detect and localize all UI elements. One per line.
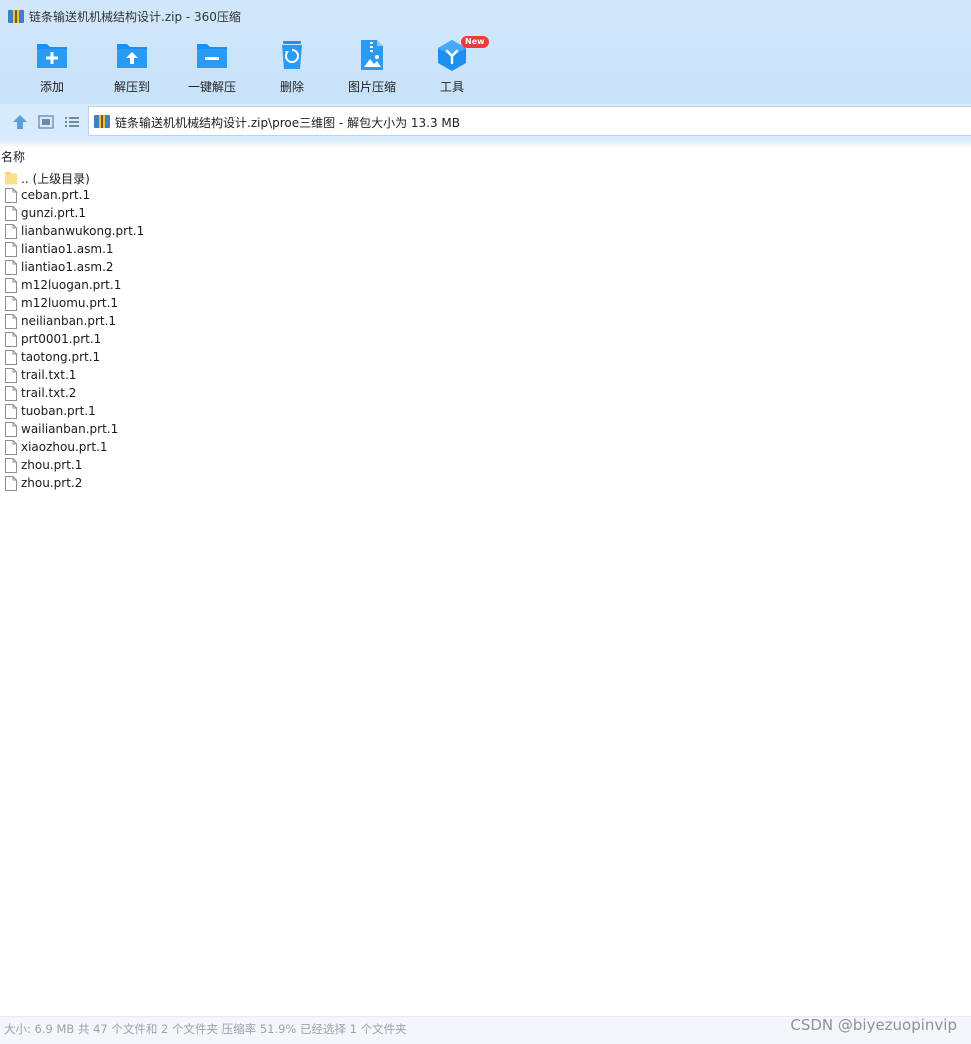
file-name: zhou.prt.2 <box>21 476 83 490</box>
file-row[interactable]: zhou.prt.2 <box>0 475 300 493</box>
file-icon <box>5 440 17 455</box>
file-icon <box>5 188 17 203</box>
address-bar[interactable]: 链条输送机机械结构设计.zip\proe三维图 - 解包大小为 13.3 MB <box>88 106 971 136</box>
file-name: ceban.prt.1 <box>21 188 91 202</box>
file-name: trail.txt.2 <box>21 386 77 400</box>
header-divider <box>0 140 971 148</box>
file-icon <box>5 332 17 347</box>
window-title: 链条输送机机械结构设计.zip - 360压缩 <box>29 10 241 24</box>
file-row[interactable]: liantiao1.asm.1 <box>0 241 300 259</box>
file-row[interactable]: taotong.prt.1 <box>0 349 300 367</box>
file-icon <box>5 224 17 239</box>
tools-button[interactable]: New 工具 <box>417 36 489 99</box>
toolbar: 添加 解压到 一键解压 删除 图片压缩 New 工具 <box>0 32 971 104</box>
file-name: liantiao1.asm.2 <box>21 260 114 274</box>
file-name: liantiao1.asm.1 <box>21 242 114 256</box>
file-row[interactable]: trail.txt.2 <box>0 385 300 403</box>
file-name: trail.txt.1 <box>21 368 77 382</box>
file-row[interactable]: lianbanwukong.prt.1 <box>0 223 300 241</box>
file-name: wailianban.prt.1 <box>21 422 119 436</box>
file-name: zhou.prt.1 <box>21 458 83 472</box>
app-window: 链条输送机机械结构设计.zip - 360压缩 添加 解压到 一键解压 删除 图… <box>0 0 971 1044</box>
file-row[interactable]: tuoban.prt.1 <box>0 403 300 421</box>
delete-button[interactable]: 删除 <box>257 37 327 99</box>
one-click-extract-label: 一键解压 <box>187 80 236 94</box>
file-row[interactable]: m12luogan.prt.1 <box>0 277 300 295</box>
zip-archive-icon <box>8 10 24 23</box>
extract-to-button[interactable]: 解压到 <box>97 37 167 99</box>
file-icon <box>5 296 17 311</box>
image-compress-button[interactable]: 图片压缩 <box>337 37 407 99</box>
file-row[interactable]: wailianban.prt.1 <box>0 421 300 439</box>
file-icon <box>5 260 17 275</box>
extract-to-label: 解压到 <box>113 80 150 94</box>
file-icon <box>5 476 17 491</box>
tools-label: 工具 <box>439 80 464 94</box>
recycle-bin-icon <box>282 41 302 69</box>
file-icon <box>5 368 17 383</box>
file-row[interactable]: gunzi.prt.1 <box>0 205 300 223</box>
file-row[interactable]: prt0001.prt.1 <box>0 331 300 349</box>
file-row[interactable]: xiaozhou.prt.1 <box>0 439 300 457</box>
add-folder-icon <box>37 44 67 68</box>
file-icon <box>5 422 17 437</box>
title-bar: 链条输送机机械结构设计.zip - 360压缩 <box>0 0 971 32</box>
image-compress-label: 图片压缩 <box>347 80 396 94</box>
file-list: .. (上级目录) ceban.prt.1 gunzi.prt.1 lianbanwu… <box>0 169 971 493</box>
file-row[interactable]: ceban.prt.1 <box>0 187 300 205</box>
extract-to-icon <box>117 44 147 68</box>
file-name: lianbanwukong.prt.1 <box>21 224 145 238</box>
status-text: 大小: 6.9 MB 共 47 个文件和 2 个文件夹 压缩率 51.9% 已经… <box>4 1022 407 1036</box>
file-icon <box>5 458 17 473</box>
status-bar: 大小: 6.9 MB 共 47 个文件和 2 个文件夹 压缩率 51.9% 已经… <box>0 1016 971 1044</box>
file-icon <box>5 404 17 419</box>
file-name: tuoban.prt.1 <box>21 404 96 418</box>
file-icon <box>5 314 17 329</box>
one-click-extract-button[interactable]: 一键解压 <box>177 37 247 99</box>
add-button-label: 添加 <box>39 80 64 94</box>
file-name: prt0001.prt.1 <box>21 332 102 346</box>
new-badge: New <box>461 36 489 48</box>
file-icon <box>5 350 17 365</box>
file-name: taotong.prt.1 <box>21 350 101 364</box>
list-view-icon[interactable] <box>63 113 81 131</box>
file-name: .. (上级目录) <box>21 172 90 186</box>
file-row[interactable]: trail.txt.1 <box>0 367 300 385</box>
file-row[interactable]: zhou.prt.1 <box>0 457 300 475</box>
file-icon <box>5 206 17 221</box>
address-path: 链条输送机机械结构设计.zip\proe三维图 - 解包大小为 13.3 MB <box>115 116 461 130</box>
file-row[interactable]: liantiao1.asm.2 <box>0 259 300 277</box>
file-name: neilianban.prt.1 <box>21 314 117 328</box>
file-row[interactable]: neilianban.prt.1 <box>0 313 300 331</box>
delete-label: 删除 <box>279 80 304 94</box>
file-icon <box>5 242 17 257</box>
address-bar-row: 链条输送机机械结构设计.zip\proe三维图 - 解包大小为 13.3 MB <box>0 104 971 140</box>
zip-archive-icon <box>94 115 110 128</box>
file-icon <box>5 386 17 401</box>
watermark: CSDN @biyezuopinvip <box>790 1016 957 1034</box>
image-compress-icon <box>361 40 383 70</box>
one-click-extract-icon <box>197 44 227 68</box>
add-button[interactable]: 添加 <box>17 37 87 99</box>
file-icon <box>5 278 17 293</box>
file-name: m12luogan.prt.1 <box>21 278 122 292</box>
file-name: gunzi.prt.1 <box>21 206 86 220</box>
column-header-name[interactable]: 名称 <box>1 148 25 165</box>
file-row[interactable]: m12luomu.prt.1 <box>0 295 300 313</box>
up-arrow-icon[interactable] <box>11 113 29 131</box>
parent-folder-row[interactable]: .. (上级目录) <box>0 169 300 187</box>
file-name: xiaozhou.prt.1 <box>21 440 108 454</box>
thumbnail-view-icon[interactable] <box>37 113 55 131</box>
folder-icon <box>5 172 17 185</box>
file-name: m12luomu.prt.1 <box>21 296 119 310</box>
